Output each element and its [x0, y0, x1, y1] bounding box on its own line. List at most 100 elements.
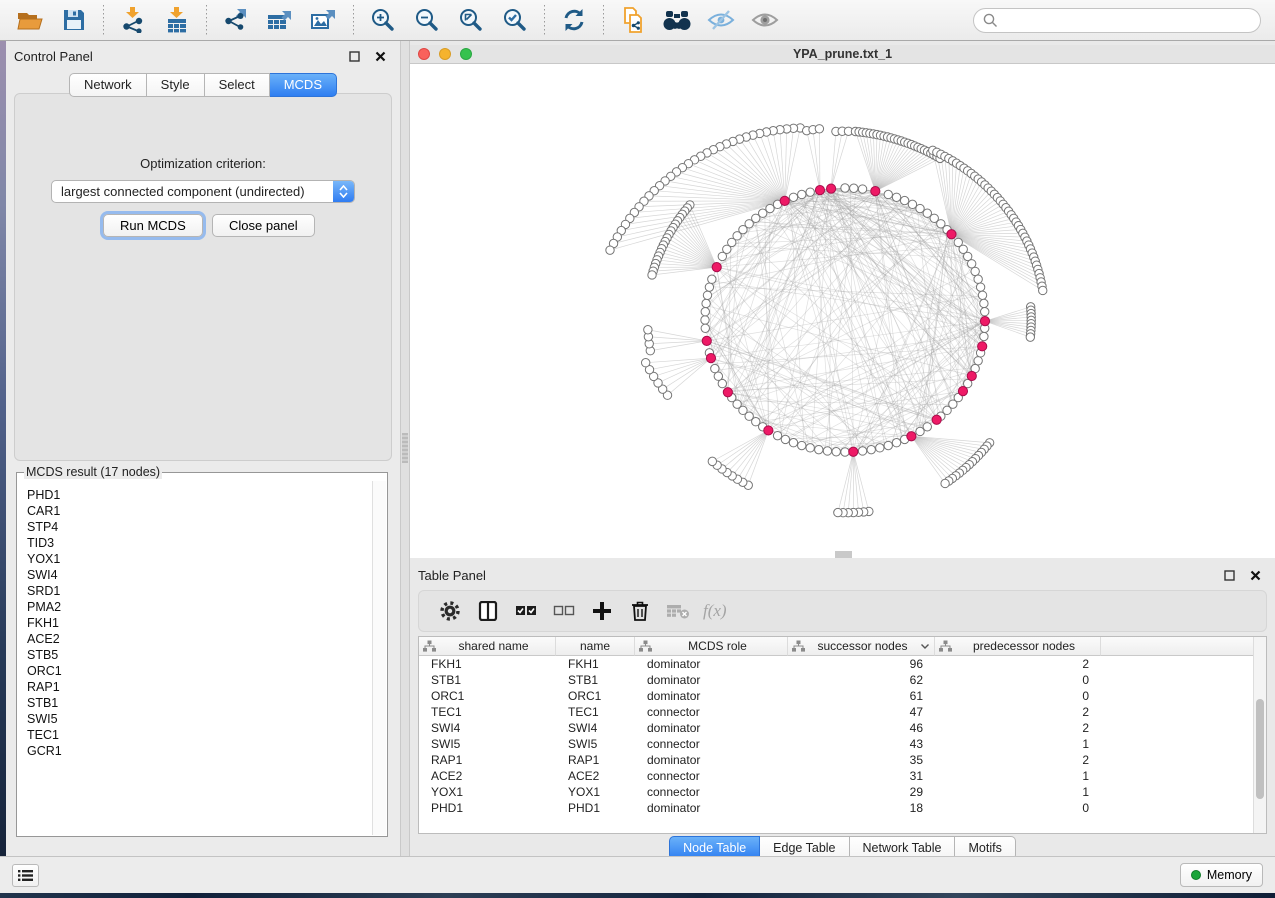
mcds-result-item[interactable]: SRD1	[27, 583, 373, 599]
mcds-result-item[interactable]: RAP1	[27, 679, 373, 695]
export-image-button[interactable]	[307, 3, 341, 37]
zoom-in-button[interactable]	[366, 3, 400, 37]
import-network-button[interactable]	[116, 3, 150, 37]
mcds-result-list[interactable]: PHD1CAR1STP4TID3YOX1SWI4SRD1PMA2FKH1ACE2…	[18, 481, 373, 835]
mcds-result-item[interactable]: PHD1	[27, 487, 373, 503]
run-mcds-button[interactable]: Run MCDS	[103, 214, 203, 237]
memory-button[interactable]: Memory	[1180, 863, 1263, 887]
tab-mcds[interactable]: MCDS	[270, 73, 337, 97]
refresh-layout-button[interactable]	[557, 3, 591, 37]
node-table-grid[interactable]: shared namenameMCDS rolesuccessor nodesp…	[419, 637, 1254, 833]
tab-network[interactable]: Network	[69, 73, 147, 97]
network-canvas[interactable]	[410, 64, 1275, 551]
splitter-grip-icon[interactable]	[402, 433, 408, 463]
horizontal-splitter-grip[interactable]	[835, 551, 852, 558]
close-table-panel-button[interactable]	[1247, 567, 1263, 583]
float-panel-button[interactable]	[346, 48, 362, 64]
table-row[interactable]: SWI5SWI5connector431	[419, 736, 1254, 752]
table-row[interactable]: SWI4SWI4dominator462	[419, 720, 1254, 736]
mcds-result-item[interactable]: TEC1	[27, 727, 373, 743]
column-header-name[interactable]: name	[556, 637, 635, 656]
delete-table-button[interactable]	[661, 594, 695, 628]
tab-select[interactable]: Select	[205, 73, 270, 97]
toolbar-separator	[206, 5, 207, 35]
create-column-button[interactable]	[585, 594, 619, 628]
mcds-result-scrollbar[interactable]	[372, 481, 386, 835]
export-network-button[interactable]	[219, 3, 253, 37]
mcds-result-item[interactable]: GCR1	[27, 743, 373, 759]
mcds-result-item[interactable]: YOX1	[27, 551, 373, 567]
open-folder-icon	[17, 9, 43, 31]
cell-predecessor-nodes: 0	[935, 800, 1101, 816]
float-table-panel-button[interactable]	[1221, 567, 1237, 583]
mcds-result-item[interactable]: SWI4	[27, 567, 373, 583]
table-row[interactable]: YOX1YOX1connector291	[419, 784, 1254, 800]
eye-icon	[751, 8, 779, 32]
close-panel-button-secondary[interactable]: Close panel	[212, 214, 315, 237]
mcds-result-item[interactable]: STB5	[27, 647, 373, 663]
table-row[interactable]: RAP1RAP1dominator352	[419, 752, 1254, 768]
column-header-successor-nodes[interactable]: successor nodes	[788, 637, 935, 656]
cell-successor-nodes: 18	[788, 800, 935, 816]
table-row[interactable]: STB1STB1dominator620	[419, 672, 1254, 688]
close-panel-button[interactable]	[372, 48, 388, 64]
show-all-button[interactable]	[748, 3, 782, 37]
find-neighbors-button[interactable]	[660, 3, 694, 37]
mcds-result-item[interactable]: SWI5	[27, 711, 373, 727]
table-row[interactable]: FKH1FKH1dominator962	[419, 656, 1254, 672]
toggle-column-display-button[interactable]	[471, 594, 505, 628]
mcds-result-item[interactable]: TID3	[27, 535, 373, 551]
mcds-result-item[interactable]: PMA2	[27, 599, 373, 615]
export-table-button[interactable]	[263, 3, 297, 37]
task-history-button[interactable]	[12, 864, 39, 887]
column-header-predecessor-nodes[interactable]: predecessor nodes	[935, 637, 1101, 656]
column-type-icon	[939, 640, 952, 652]
column-header-mcds-role[interactable]: MCDS role	[635, 637, 788, 656]
table-row[interactable]: ACE2ACE2connector311	[419, 768, 1254, 784]
mcds-result-item[interactable]: ACE2	[27, 631, 373, 647]
eye-hidden-icon	[707, 8, 735, 32]
network-window-titlebar[interactable]: YPA_prune.txt_1	[410, 45, 1275, 64]
mcds-result-item[interactable]: FKH1	[27, 615, 373, 631]
cell-name: YOX1	[556, 784, 635, 800]
scrollbar-thumb[interactable]	[1256, 699, 1264, 799]
cell-shared-name: YOX1	[419, 784, 556, 800]
column-type-icon	[792, 640, 805, 652]
table-row[interactable]: PHD1PHD1dominator180	[419, 800, 1254, 816]
main-area: Control Panel NetworkStyleSelectMCDS Opt…	[0, 41, 1275, 857]
function-builder-button[interactable]: f(x)	[703, 601, 727, 621]
panel-splitter[interactable]	[400, 41, 410, 857]
table-toolbar: f(x)	[418, 590, 1267, 632]
mcds-result-item[interactable]: STB1	[27, 695, 373, 711]
application-window: Control Panel NetworkStyleSelectMCDS Opt…	[0, 0, 1275, 898]
save-button[interactable]	[57, 3, 91, 37]
search-field[interactable]	[973, 8, 1261, 33]
deselect-all-columns-button[interactable]	[547, 594, 581, 628]
open-button[interactable]	[13, 3, 47, 37]
status-bar: Memory	[0, 856, 1275, 893]
import-table-button[interactable]	[160, 3, 194, 37]
zoom-selected-button[interactable]	[498, 3, 532, 37]
search-input[interactable]	[1004, 12, 1251, 29]
optimization-criterion-dropdown[interactable]: largest connected component (undirected)	[51, 180, 355, 203]
table-row[interactable]: ORC1ORC1dominator610	[419, 688, 1254, 704]
network-graph[interactable]	[410, 64, 1275, 551]
tab-style[interactable]: Style	[147, 73, 205, 97]
table-row[interactable]: TEC1TEC1connector472	[419, 704, 1254, 720]
minimize-window-icon[interactable]	[439, 48, 451, 60]
close-window-icon[interactable]	[418, 48, 430, 60]
mcds-result-item[interactable]: CAR1	[27, 503, 373, 519]
zoom-fit-button[interactable]	[454, 3, 488, 37]
maximize-window-icon[interactable]	[460, 48, 472, 60]
trash-icon	[630, 600, 650, 622]
table-settings-button[interactable]	[433, 594, 467, 628]
mcds-result-item[interactable]: ORC1	[27, 663, 373, 679]
zoom-out-button[interactable]	[410, 3, 444, 37]
hide-selected-button[interactable]	[704, 3, 738, 37]
delete-column-button[interactable]	[623, 594, 657, 628]
select-all-columns-button[interactable]	[509, 594, 543, 628]
column-header-shared-name[interactable]: shared name	[419, 637, 556, 656]
table-vertical-scrollbar[interactable]	[1253, 637, 1266, 833]
copy-network-button[interactable]	[616, 3, 650, 37]
mcds-result-item[interactable]: STP4	[27, 519, 373, 535]
